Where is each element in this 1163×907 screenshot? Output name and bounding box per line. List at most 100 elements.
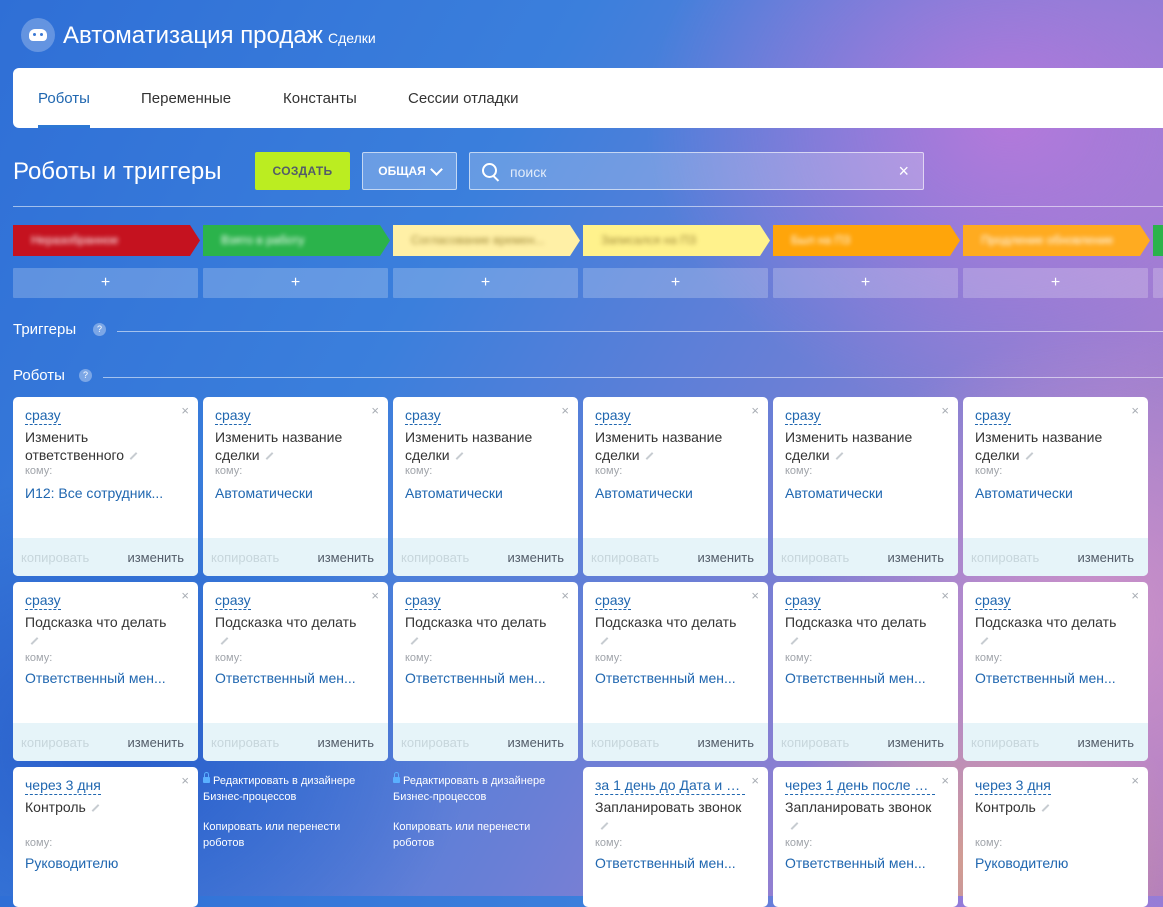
copy-button[interactable]: копировать bbox=[211, 735, 279, 750]
pencil-icon[interactable] bbox=[30, 637, 39, 646]
robot-card[interactable]: сразу × Изменить ответственного кому: И12: В… bbox=[13, 397, 198, 576]
edit-button[interactable]: изменить bbox=[127, 550, 184, 565]
tab-variables[interactable]: Переменные bbox=[141, 90, 231, 107]
add-robot-button[interactable]: + bbox=[393, 268, 578, 298]
stage-column[interactable]: Записался на ПЗ bbox=[583, 225, 770, 256]
edit-button[interactable]: изменить bbox=[1077, 550, 1134, 565]
responsible-link[interactable]: Ответственный мен... bbox=[405, 670, 546, 686]
robot-card[interactable]: сразу × Изменить название сделки кому: Автом… bbox=[773, 397, 958, 576]
responsible-link[interactable]: Ответственный мен... bbox=[595, 855, 736, 871]
add-robot-button[interactable]: + bbox=[13, 268, 198, 298]
add-robot-button[interactable]: + bbox=[583, 268, 768, 298]
stage-column[interactable]: Неразобранное bbox=[13, 225, 200, 256]
robot-card[interactable]: сразу × Подсказка что делать кому: Ответстве… bbox=[583, 582, 768, 761]
pencil-icon[interactable] bbox=[410, 637, 419, 646]
edit-button[interactable]: изменить bbox=[317, 550, 374, 565]
close-icon[interactable]: × bbox=[561, 403, 569, 418]
tab-robots[interactable]: Роботы bbox=[38, 90, 90, 128]
create-button[interactable]: СОЗДАТЬ bbox=[255, 152, 350, 190]
copy-robots-link[interactable]: Копировать или перенести роботов bbox=[203, 819, 373, 851]
copy-robots-link[interactable]: Копировать или перенести роботов bbox=[393, 819, 563, 851]
copy-button[interactable]: копировать bbox=[401, 550, 469, 565]
pencil-icon[interactable] bbox=[835, 452, 843, 461]
pencil-icon[interactable] bbox=[980, 637, 989, 646]
responsible-link[interactable]: Автоматически bbox=[975, 485, 1073, 501]
pencil-icon[interactable] bbox=[600, 637, 609, 646]
robot-card[interactable]: через 1 день после Да... × Запланировать з… bbox=[773, 767, 958, 907]
close-icon[interactable]: × bbox=[371, 403, 379, 418]
responsible-link[interactable]: Автоматически bbox=[595, 485, 693, 501]
copy-button[interactable]: копировать bbox=[971, 550, 1039, 565]
robot-card[interactable]: сразу × Изменить название сделки кому: Автом… bbox=[393, 397, 578, 576]
close-icon[interactable]: × bbox=[751, 403, 759, 418]
delay-link[interactable]: сразу bbox=[25, 592, 61, 610]
pencil-icon[interactable] bbox=[129, 452, 138, 461]
pencil-icon[interactable] bbox=[265, 452, 273, 461]
close-icon[interactable]: × bbox=[941, 588, 949, 603]
close-icon[interactable]: × bbox=[1131, 588, 1139, 603]
close-icon[interactable]: × bbox=[371, 588, 379, 603]
delay-link[interactable]: сразу bbox=[25, 407, 61, 425]
stage-column[interactable] bbox=[1153, 225, 1163, 256]
close-icon[interactable]: × bbox=[898, 161, 909, 182]
robot-card[interactable]: сразу × Подсказка что делать кому: Ответстве… bbox=[13, 582, 198, 761]
edit-button[interactable]: изменить bbox=[507, 550, 564, 565]
copy-button[interactable]: копировать bbox=[21, 550, 89, 565]
pencil-icon[interactable] bbox=[600, 822, 609, 831]
add-robot-button[interactable] bbox=[1153, 268, 1163, 298]
responsible-link[interactable]: Ответственный мен... bbox=[785, 855, 926, 871]
robot-card[interactable]: сразу × Подсказка что делать кому: Ответстве… bbox=[773, 582, 958, 761]
edit-in-designer-link[interactable]: Редактировать в дизайнере Бизнес-процесс… bbox=[393, 772, 563, 805]
responsible-link[interactable]: Автоматически bbox=[405, 485, 503, 501]
close-icon[interactable]: × bbox=[941, 773, 949, 788]
delay-link[interactable]: сразу bbox=[785, 592, 821, 610]
responsible-link[interactable]: И12: Все сотрудник... bbox=[25, 485, 163, 501]
close-icon[interactable]: × bbox=[751, 588, 759, 603]
edit-button[interactable]: изменить bbox=[1077, 735, 1134, 750]
edit-button[interactable]: изменить bbox=[507, 735, 564, 750]
close-icon[interactable]: × bbox=[1131, 403, 1139, 418]
delay-link[interactable]: за 1 день до Дата и вр... bbox=[595, 777, 745, 795]
edit-button[interactable]: изменить bbox=[317, 735, 374, 750]
close-icon[interactable]: × bbox=[181, 773, 189, 788]
edit-button[interactable]: изменить bbox=[697, 550, 754, 565]
delay-link[interactable]: через 3 дня bbox=[25, 777, 101, 795]
robot-card[interactable]: сразу × Изменить название сделки кому: Автом… bbox=[963, 397, 1148, 576]
help-icon[interactable]: ? bbox=[93, 323, 106, 336]
copy-button[interactable]: копировать bbox=[781, 735, 849, 750]
copy-button[interactable]: копировать bbox=[591, 550, 659, 565]
responsible-link[interactable]: Руководителю bbox=[25, 855, 118, 871]
responsible-link[interactable]: Ответственный мен... bbox=[785, 670, 926, 686]
responsible-link[interactable]: Руководителю bbox=[975, 855, 1068, 871]
responsible-link[interactable]: Автоматически bbox=[785, 485, 883, 501]
robot-card[interactable]: сразу × Подсказка что делать кому: Ответстве… bbox=[393, 582, 578, 761]
help-icon[interactable]: ? bbox=[79, 369, 92, 382]
close-icon[interactable]: × bbox=[1131, 773, 1139, 788]
delay-link[interactable]: сразу bbox=[405, 407, 441, 425]
close-icon[interactable]: × bbox=[561, 588, 569, 603]
edit-in-designer-link[interactable]: Редактировать в дизайнере Бизнес-процесс… bbox=[203, 772, 373, 805]
responsible-link[interactable]: Ответственный мен... bbox=[25, 670, 166, 686]
delay-link[interactable]: сразу bbox=[215, 407, 251, 425]
pencil-icon[interactable] bbox=[790, 822, 799, 831]
stage-column[interactable]: Был на ПЗ bbox=[773, 225, 960, 256]
delay-link[interactable]: сразу bbox=[405, 592, 441, 610]
responsible-link[interactable]: Ответственный мен... bbox=[975, 670, 1116, 686]
responsible-link[interactable]: Ответственный мен... bbox=[215, 670, 356, 686]
pencil-icon[interactable] bbox=[220, 637, 229, 646]
robot-card[interactable]: сразу × Изменить название сделки кому: Автом… bbox=[203, 397, 388, 576]
copy-button[interactable]: копировать bbox=[781, 550, 849, 565]
tab-constants[interactable]: Константы bbox=[283, 90, 357, 107]
edit-button[interactable]: изменить bbox=[887, 550, 944, 565]
app-subtitle[interactable]: Сделки bbox=[328, 30, 376, 46]
copy-button[interactable]: копировать bbox=[211, 550, 279, 565]
delay-link[interactable]: сразу bbox=[215, 592, 251, 610]
copy-button[interactable]: копировать bbox=[21, 735, 89, 750]
robot-card[interactable]: через 3 дня × Контроль кому: Руководителю bbox=[963, 767, 1148, 907]
close-icon[interactable]: × bbox=[181, 403, 189, 418]
copy-button[interactable]: копировать bbox=[971, 735, 1039, 750]
pencil-icon[interactable] bbox=[1041, 804, 1050, 813]
edit-button[interactable]: изменить bbox=[127, 735, 184, 750]
delay-link[interactable]: через 3 дня bbox=[975, 777, 1051, 795]
responsible-link[interactable]: Автоматически bbox=[215, 485, 313, 501]
